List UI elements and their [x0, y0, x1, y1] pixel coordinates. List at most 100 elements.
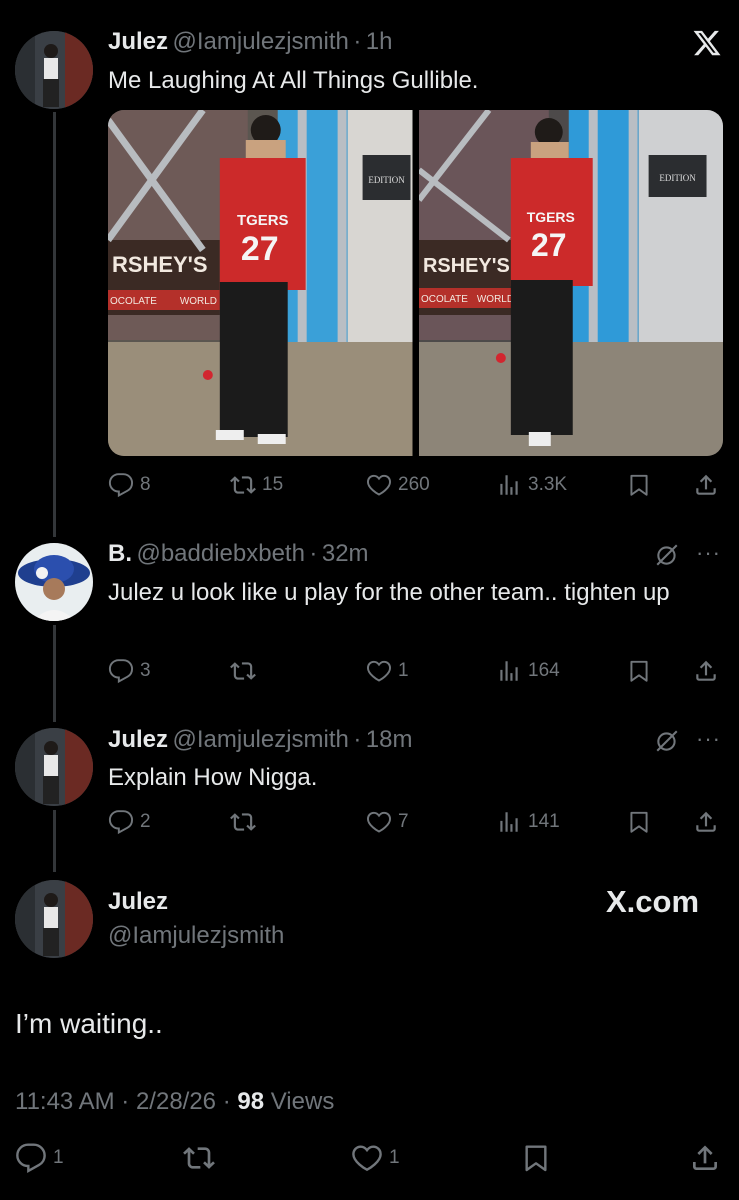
bookmark-icon: [626, 658, 652, 684]
views-button[interactable]: 164: [496, 654, 560, 688]
avatar[interactable]: [15, 31, 93, 109]
tweet-time[interactable]: 18m: [366, 726, 413, 753]
bookmark-icon: [626, 809, 652, 835]
avatar[interactable]: [15, 728, 93, 806]
bookmark-icon: [520, 1142, 552, 1174]
share-button[interactable]: [689, 1140, 721, 1176]
reply-button[interactable]: 8: [108, 468, 151, 502]
share-icon: [693, 809, 719, 835]
reply-count: 3: [140, 660, 151, 681]
like-count: 260: [398, 474, 430, 495]
like-count: 1: [389, 1147, 400, 1168]
grok-icon[interactable]: [654, 728, 680, 754]
main-tweet-text: I’m waiting..: [15, 1008, 163, 1039]
views-count: 3.3K: [528, 474, 568, 495]
reply-count: 1: [53, 1147, 64, 1168]
plaque-text: EDITION: [368, 175, 405, 185]
author-handle[interactable]: @baddiebxbeth: [136, 540, 305, 567]
sign-subtext-2: WORLD: [180, 296, 217, 307]
reply-button[interactable]: 3: [108, 654, 151, 688]
bookmark-button[interactable]: [520, 1140, 552, 1176]
avatar[interactable]: [15, 543, 93, 621]
author-name[interactable]: B.: [108, 540, 132, 567]
author-name[interactable]: Julez: [108, 888, 168, 916]
tweet-text: Explain How Nigga.: [108, 764, 318, 791]
views-count: 98: [237, 1088, 265, 1115]
jersey-top-text: TGERS: [237, 212, 289, 229]
views-button[interactable]: 141: [496, 805, 560, 839]
reply-button[interactable]: 2: [108, 805, 151, 839]
tweet-text: Julez u look like u play for the other t…: [108, 579, 670, 606]
repost-icon: [230, 472, 256, 498]
reply-count: 8: [140, 474, 151, 495]
views-button[interactable]: 3.3K: [496, 468, 567, 502]
reply-icon: [15, 1142, 47, 1174]
author-handle[interactable]: @Iamjulezjsmith: [108, 922, 284, 950]
sign-subtext-2: WORLD: [476, 294, 513, 305]
timestamp-row: 11:43 AM · 2/28/26 · 98 Views: [15, 1088, 334, 1116]
reply-icon: [108, 472, 134, 498]
plaque-text: EDITION: [659, 173, 696, 183]
more-icon[interactable]: ···: [696, 540, 721, 566]
share-button[interactable]: [693, 654, 719, 688]
tweet-actions: 2 7 141: [108, 805, 723, 839]
repost-icon: [230, 809, 256, 835]
views-count: 141: [528, 811, 560, 832]
like-button[interactable]: 7: [366, 805, 409, 839]
thread-line: [53, 112, 56, 537]
photo-1[interactable]: EDITION RSHEY'S OCOLATE WORLD TGERS 27: [108, 110, 413, 456]
bookmark-button[interactable]: [626, 468, 652, 502]
dot-separator: ·: [353, 726, 362, 753]
author-name[interactable]: Julez: [108, 28, 168, 55]
repost-button[interactable]: 15: [230, 468, 283, 502]
tweet-time[interactable]: 1h: [366, 28, 393, 55]
like-icon: [351, 1142, 383, 1174]
share-button[interactable]: [693, 468, 719, 502]
repost-icon: [183, 1142, 215, 1174]
reply-button[interactable]: 1: [15, 1140, 64, 1176]
sign-subtext: OCOLATE: [110, 296, 157, 307]
share-button[interactable]: [693, 805, 719, 839]
author-handle[interactable]: @Iamjulezjsmith: [172, 28, 348, 55]
bookmark-button[interactable]: [626, 805, 652, 839]
more-icon[interactable]: ···: [696, 726, 721, 752]
avatar[interactable]: [15, 880, 93, 958]
tweet-actions: 3 1 164: [108, 654, 723, 688]
like-icon: [366, 658, 392, 684]
x-logo-icon: [692, 28, 722, 58]
author-handle[interactable]: @Iamjulezjsmith: [172, 726, 348, 753]
author-name[interactable]: Julez: [108, 726, 168, 753]
jersey-number: 27: [241, 230, 279, 268]
repost-button[interactable]: [230, 654, 262, 688]
reply-icon: [108, 658, 134, 684]
main-tweet-actions: 1 1: [15, 1140, 723, 1176]
reply-icon: [108, 809, 134, 835]
like-button[interactable]: 1: [351, 1140, 400, 1176]
reply-count: 2: [140, 811, 151, 832]
dot-separator: ·: [353, 28, 362, 55]
timestamp[interactable]: 11:43 AM · 2/28/26 ·: [15, 1088, 237, 1115]
views-label: Views: [270, 1088, 335, 1115]
share-icon: [689, 1142, 721, 1174]
views-icon: [496, 809, 522, 835]
repost-icon: [230, 658, 256, 684]
share-icon: [693, 658, 719, 684]
bookmark-button[interactable]: [626, 654, 652, 688]
repost-button[interactable]: [230, 805, 262, 839]
brand-text: X.com: [606, 884, 700, 919]
like-count: 7: [398, 811, 409, 832]
like-count: 1: [398, 660, 409, 681]
like-button[interactable]: 1: [366, 654, 409, 688]
tweet-time[interactable]: 32m: [322, 540, 369, 567]
views-icon: [496, 472, 522, 498]
sign-text: RSHEY'S: [422, 255, 509, 277]
tweet-actions: 8 15 260 3.3K: [108, 468, 723, 502]
repost-button[interactable]: [183, 1140, 221, 1176]
grok-icon[interactable]: [654, 542, 680, 568]
sign-text: RSHEY'S: [112, 252, 207, 277]
sign-subtext: OCOLATE: [420, 294, 467, 305]
dot-separator: ·: [309, 540, 318, 567]
like-button[interactable]: 260: [366, 468, 430, 502]
photo-2[interactable]: EDITION RSHEY'S OCOLATE WORLD TGERS 27: [418, 110, 723, 456]
views-count: 164: [528, 660, 560, 681]
